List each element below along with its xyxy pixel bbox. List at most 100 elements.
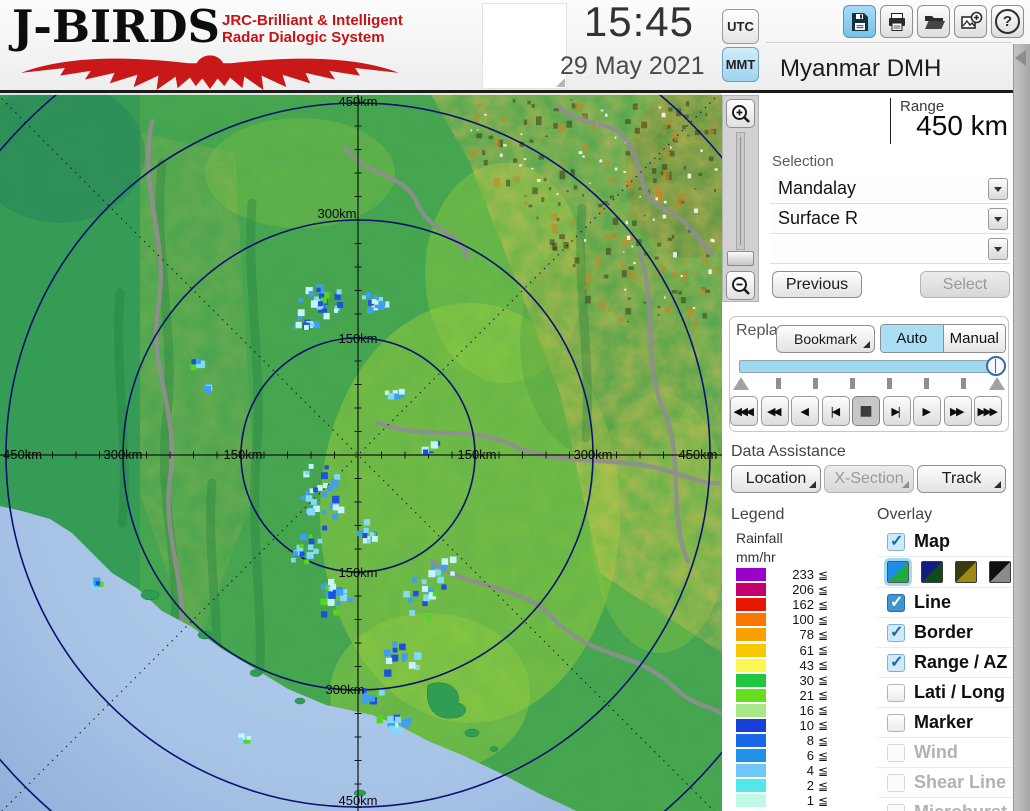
- overlay-item-line[interactable]: Line: [877, 588, 1013, 618]
- bookmark-button[interactable]: Bookmark: [776, 325, 875, 353]
- legend-color-swatch: [736, 613, 766, 627]
- legend-color-swatch: [736, 764, 766, 778]
- map-style-option-1[interactable]: [884, 558, 912, 586]
- slider-tick: [961, 378, 966, 389]
- map-style-option-2[interactable]: [921, 561, 943, 583]
- utc-button[interactable]: UTC: [722, 9, 759, 44]
- replay-slider-handle[interactable]: [986, 356, 1006, 376]
- mmt-button[interactable]: MMT: [722, 47, 759, 82]
- range-display: Range 450 km: [770, 96, 1010, 146]
- location-button[interactable]: Location: [731, 465, 821, 493]
- app-logo-title: J-BIRDS: [12, 0, 220, 53]
- add-image-button[interactable]: [954, 5, 987, 38]
- slider-tick: [850, 378, 855, 389]
- rewind-fastest-button[interactable]: ◀◀◀: [730, 396, 758, 426]
- zoom-out-button[interactable]: [726, 271, 755, 300]
- zoom-in-button[interactable]: [726, 99, 755, 128]
- svg-text:450km: 450km: [3, 447, 42, 462]
- legend-item: 6 ≦: [736, 748, 828, 763]
- chevron-down-icon: [994, 216, 1002, 222]
- rewind-fast-button[interactable]: ◀◀: [760, 396, 789, 426]
- checkbox: [887, 743, 905, 762]
- site-dropdown-button[interactable]: [988, 178, 1008, 200]
- panel-collapse-icon[interactable]: [1015, 50, 1026, 66]
- checkbox[interactable]: [887, 531, 905, 551]
- overlay-item-map[interactable]: Map: [877, 527, 1013, 557]
- legend-color-swatch: [736, 598, 766, 612]
- selection-label: Selection: [772, 153, 834, 170]
- play-button[interactable]: ▶: [913, 396, 941, 426]
- tagline-line1: JRC-Brilliant & Intelligent: [222, 12, 403, 29]
- select-button[interactable]: Select: [920, 271, 1010, 298]
- legend-color-swatch: [736, 568, 766, 582]
- product-dropdown[interactable]: Surface R: [770, 206, 1010, 234]
- open-folder-button[interactable]: [917, 5, 950, 38]
- legend-item: 21 ≦: [736, 688, 828, 703]
- zoom-slider-handle[interactable]: [727, 251, 754, 266]
- legend-color-swatch: [736, 734, 766, 748]
- forward-fastest-button[interactable]: ▶▶▶: [974, 396, 1002, 426]
- overlay-item-marker[interactable]: Marker: [877, 708, 1013, 738]
- stop-button[interactable]: ■: [852, 396, 880, 426]
- svg-text:150km: 150km: [457, 447, 496, 462]
- print-button[interactable]: [880, 5, 913, 38]
- overlay-item-range-az[interactable]: Range / AZ: [877, 648, 1013, 678]
- slider-tick: [813, 378, 818, 389]
- legend-item: 206 ≦: [736, 582, 828, 597]
- image-plus-icon: [960, 11, 982, 29]
- overlay-item-microburst: Microburst: [877, 798, 1013, 811]
- overlay-item-shear-line: Shear Line: [877, 768, 1013, 798]
- track-button[interactable]: Track: [917, 465, 1006, 493]
- help-icon: ?: [995, 9, 1020, 34]
- legend-color-swatch: [736, 658, 766, 672]
- overlay-label: Overlay: [877, 506, 933, 523]
- clock-time: 15:45: [583, 0, 694, 45]
- play-reverse-button[interactable]: ◀: [791, 396, 819, 426]
- playback-controls: ◀◀◀ ◀◀ ◀ |◀ ■ ▶| ▶ ▶▶ ▶▶▶: [730, 396, 1002, 426]
- svg-text:450km: 450km: [678, 447, 717, 462]
- product-dropdown-button[interactable]: [988, 208, 1008, 230]
- legend-item: 16 ≦: [736, 703, 828, 718]
- tagline-line2: Radar Dialogic System: [222, 29, 385, 46]
- replay-slider-track[interactable]: [739, 360, 1000, 373]
- print-icon: [888, 12, 905, 31]
- map-zoom-control: [722, 95, 759, 302]
- save-button[interactable]: [843, 5, 876, 38]
- checkbox[interactable]: [887, 592, 905, 612]
- checkbox[interactable]: [887, 683, 905, 702]
- slider-tick: [887, 378, 892, 389]
- overlay-item-border[interactable]: Border: [877, 618, 1013, 648]
- legend-item: 4 ≦: [736, 763, 828, 778]
- option-dropdown[interactable]: [770, 236, 1010, 264]
- site-dropdown[interactable]: Mandalay: [770, 176, 1010, 204]
- legend-color-swatch: [736, 628, 766, 642]
- forward-fast-button[interactable]: ▶▶: [943, 396, 972, 426]
- map-style-option-3[interactable]: [955, 561, 977, 583]
- legend-color-swatch: [736, 583, 766, 597]
- range-value: 450 km: [916, 110, 1008, 141]
- legend-color-swatch: [736, 779, 766, 793]
- overlay-item-lati-long[interactable]: Lati / Long: [877, 678, 1013, 708]
- legend-item: 61 ≦: [736, 642, 828, 658]
- manual-button[interactable]: Manual: [943, 325, 1005, 352]
- step-back-button[interactable]: |◀: [821, 396, 850, 426]
- radar-map[interactable]: 450km 300km 150km 450km 300km 150km 150k…: [0, 93, 722, 811]
- xsection-button[interactable]: X-Section: [824, 465, 914, 493]
- checkbox[interactable]: [887, 622, 905, 642]
- zoom-slider-track[interactable]: [736, 132, 745, 250]
- auto-button[interactable]: Auto: [881, 325, 944, 352]
- checkbox[interactable]: [887, 713, 905, 732]
- legend-unit-line1: Rainfall: [736, 530, 783, 546]
- option-dropdown-button[interactable]: [988, 238, 1008, 260]
- panel-edge-strip[interactable]: [1013, 44, 1030, 811]
- step-forward-button[interactable]: ▶|: [882, 396, 911, 426]
- legend-unit-line2: mm/hr: [736, 549, 776, 565]
- legend-color-swatch: [736, 703, 766, 717]
- slider-tick: [924, 378, 929, 389]
- previous-button[interactable]: Previous: [772, 271, 862, 298]
- jbirds-app: J-BIRDS JRC-Brilliant & Intelligent Rada…: [0, 0, 1030, 811]
- checkbox[interactable]: [887, 652, 905, 672]
- map-style-option-4[interactable]: [989, 561, 1011, 583]
- help-button[interactable]: ?: [991, 5, 1024, 38]
- svg-text:300km: 300km: [573, 447, 612, 462]
